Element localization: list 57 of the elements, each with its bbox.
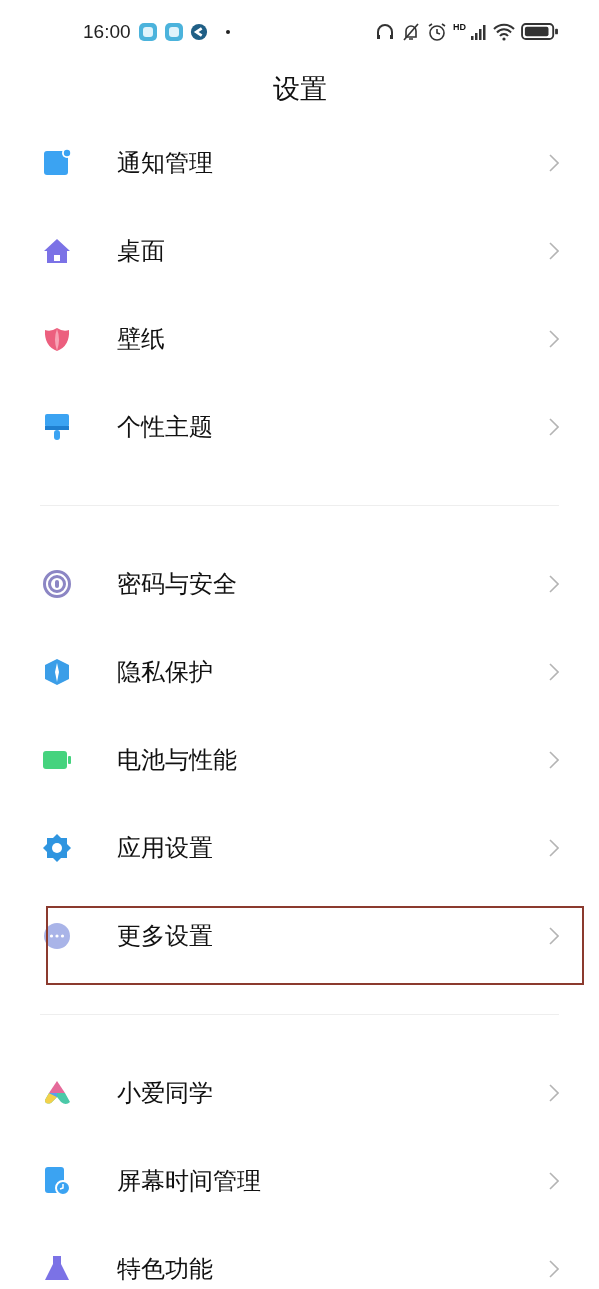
settings-item[interactable]: 隐私保护: [0, 628, 599, 716]
wifi-icon: [493, 22, 515, 41]
settings-item[interactable]: 个性主题: [0, 383, 599, 471]
paint-brush-icon: [42, 412, 72, 442]
settings-item[interactable]: 屏幕时间管理: [0, 1137, 599, 1225]
chevron-right-icon: [549, 751, 559, 769]
item-label: 小爱同学: [117, 1078, 214, 1109]
signal-icon: [471, 22, 487, 41]
battery-status-icon: [521, 23, 559, 40]
settings-item[interactable]: 密码与安全: [0, 540, 599, 628]
fingerprint-icon: [42, 569, 72, 599]
item-label: 屏幕时间管理: [117, 1166, 262, 1197]
settings-item[interactable]: 通知管理: [0, 119, 599, 207]
app-notification-icon: [163, 21, 184, 42]
dot-icon: [225, 29, 230, 34]
chevron-right-icon: [549, 242, 559, 260]
app-logo-icon: [189, 22, 208, 41]
chevron-right-icon: [549, 418, 559, 436]
settings-item[interactable]: 小爱同学: [0, 1049, 599, 1137]
chevron-right-icon: [549, 154, 559, 172]
settings-icon: [42, 833, 72, 863]
settings-item[interactable]: 更多设置: [0, 892, 599, 980]
settings-item[interactable]: 壁纸: [0, 295, 599, 383]
page-title: 设置: [272, 72, 327, 106]
screen-time-icon: [42, 1166, 72, 1196]
item-label: 更多设置: [117, 921, 214, 952]
settings-item[interactable]: 电池与性能: [0, 716, 599, 804]
chevron-right-icon: [549, 330, 559, 348]
more-icon: [42, 921, 72, 951]
item-label: 特色功能: [117, 1254, 214, 1285]
settings-item[interactable]: 特色功能: [0, 1225, 599, 1289]
settings-item[interactable]: 桌面: [0, 207, 599, 295]
app-notification-icon: [137, 21, 158, 42]
chevron-right-icon: [549, 1260, 559, 1278]
headphones-icon: [375, 21, 395, 42]
item-label: 壁纸: [117, 324, 166, 355]
notification-icon: [42, 148, 72, 178]
chevron-right-icon: [549, 1084, 559, 1102]
chevron-right-icon: [549, 1172, 559, 1190]
bell-muted-icon: [401, 21, 421, 42]
alarm-icon: [427, 21, 447, 42]
chevron-right-icon: [549, 839, 559, 857]
hd-label: HD: [453, 21, 466, 32]
item-label: 通知管理: [117, 148, 214, 179]
status-time: 16:00: [83, 20, 131, 43]
item-label: 桌面: [117, 236, 166, 267]
item-label: 个性主题: [117, 412, 214, 443]
chevron-right-icon: [549, 927, 559, 945]
chevron-right-icon: [549, 575, 559, 593]
item-label: 隐私保护: [117, 657, 214, 688]
home-icon: [42, 236, 72, 266]
shield-icon: [42, 657, 72, 687]
settings-item[interactable]: 应用设置: [0, 804, 599, 892]
item-label: 密码与安全: [117, 569, 238, 600]
item-label: 应用设置: [117, 833, 214, 864]
item-label: 电池与性能: [117, 745, 238, 776]
chevron-right-icon: [549, 663, 559, 681]
